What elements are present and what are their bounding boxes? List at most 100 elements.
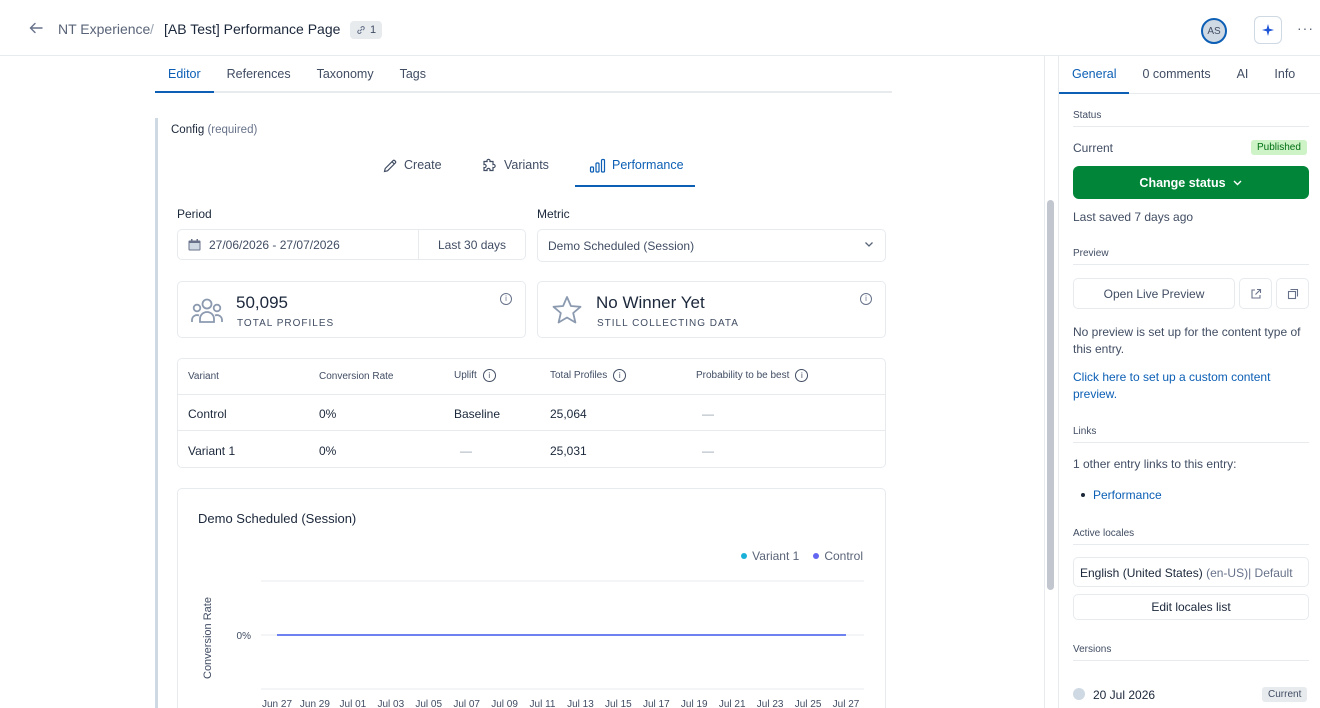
total-profiles-value: 50,095 xyxy=(236,293,288,312)
no-preview-text: No preview is set up for the content typ… xyxy=(1073,325,1301,356)
links-text: 1 other entry links to this entry: xyxy=(1073,457,1237,471)
preview-actions: Open Live Preview xyxy=(1073,278,1309,309)
avatar[interactable]: AS xyxy=(1201,18,1227,44)
version-current-badge: Current xyxy=(1262,687,1308,702)
cell-uplift: — xyxy=(460,444,472,458)
last-saved-text: Last saved 7 days ago xyxy=(1073,210,1194,224)
x-tick-label: Jul 27 xyxy=(833,699,860,708)
subtab-performance-label: Performance xyxy=(612,158,684,172)
header-uplift-label: Uplift xyxy=(454,370,477,381)
x-tick-label: Jul 19 xyxy=(681,699,708,708)
back-arrow-icon[interactable] xyxy=(28,20,44,36)
pencil-icon xyxy=(383,159,397,173)
total-profiles-label: TOTAL PROFILES xyxy=(237,318,335,329)
winner-card: No Winner Yet STILL COLLECTING DATA i xyxy=(537,281,886,338)
linked-entry-link[interactable]: Performance xyxy=(1093,488,1162,502)
editor-scrollbar[interactable] xyxy=(1044,56,1056,708)
ai-sparkle-button[interactable] xyxy=(1254,16,1282,44)
x-tick-label: Jul 13 xyxy=(567,699,594,708)
metric-label: Metric xyxy=(537,207,570,221)
cell-probability: — xyxy=(702,407,714,421)
active-locale: English (United States) (en-US)| Default xyxy=(1073,557,1309,587)
tab-info[interactable]: Info xyxy=(1261,56,1308,94)
tab-ai[interactable]: AI xyxy=(1224,56,1262,94)
x-tick-label: Jul 15 xyxy=(605,699,632,708)
winner-label: STILL COLLECTING DATA xyxy=(597,318,739,329)
tab-editor[interactable]: Editor xyxy=(155,56,214,93)
header-variant: Variant xyxy=(188,371,219,382)
y-tick-label: 0% xyxy=(237,631,252,642)
table-row: Variant 1 0% — 25,031 — xyxy=(178,432,885,468)
x-tick-label: Jul 17 xyxy=(643,699,670,708)
edit-locales-button[interactable]: Edit locales list xyxy=(1073,594,1309,620)
tab-taxonomy[interactable]: Taxonomy xyxy=(304,56,387,93)
chevron-down-icon xyxy=(1233,180,1242,186)
x-tick-label: Jun 27 xyxy=(262,699,292,708)
subtab-create-label: Create xyxy=(404,158,442,172)
info-icon[interactable]: i xyxy=(482,369,496,382)
period-label: Period xyxy=(177,207,212,221)
x-tick-label: Jun 29 xyxy=(300,699,330,708)
x-tick-label: Jul 09 xyxy=(491,699,518,708)
header-conversion-rate: Conversion Rate xyxy=(319,371,394,382)
puzzle-icon xyxy=(483,158,496,172)
info-icon[interactable]: i xyxy=(500,293,512,305)
tab-general[interactable]: General xyxy=(1059,56,1130,94)
top-bar: NT Experience / [AB Test] Performance Pa… xyxy=(0,0,1320,56)
setup-preview-link[interactable]: Click here to set up a custom content pr… xyxy=(1073,369,1309,403)
version-date[interactable]: 20 Jul 2026 xyxy=(1093,688,1155,702)
date-range-picker[interactable]: 27/06/2026 - 27/07/2026 Last 30 days xyxy=(177,229,526,260)
change-status-label: Change status xyxy=(1139,175,1226,190)
x-tick-label: Jul 01 xyxy=(340,699,367,708)
metric-select-value: Demo Scheduled (Session) xyxy=(548,239,695,253)
tab-references[interactable]: References xyxy=(214,56,304,93)
more-options-icon[interactable]: ··· xyxy=(1297,20,1314,36)
calendar-icon xyxy=(188,239,201,251)
x-tick-label: Jul 21 xyxy=(719,699,746,708)
total-profiles-card: 50,095 TOTAL PROFILES i xyxy=(177,281,526,338)
references-badge[interactable]: 1 xyxy=(350,21,383,39)
tab-comments[interactable]: 0 comments xyxy=(1129,56,1223,94)
chart-card: Demo Scheduled (Session) Variant 1 Contr… xyxy=(177,488,886,708)
header-probability-label: Probability to be best xyxy=(696,370,790,381)
winner-value: No Winner Yet xyxy=(596,293,705,312)
config-label: Config (required) xyxy=(171,124,257,136)
tab-tags[interactable]: Tags xyxy=(387,56,439,93)
change-status-button[interactable]: Change status xyxy=(1073,166,1309,199)
x-tick-label: Jul 11 xyxy=(530,699,556,708)
cell-variant: Control xyxy=(188,407,227,421)
editor-tabs: Editor References Taxonomy Tags xyxy=(155,56,892,93)
linked-entry-item: Performance xyxy=(1081,488,1162,502)
breadcrumb-space[interactable]: NT Experience xyxy=(58,21,150,37)
info-icon[interactable]: i xyxy=(613,369,627,382)
info-icon[interactable]: i xyxy=(860,293,872,305)
info-icon[interactable]: i xyxy=(795,369,809,382)
table-row: Control 0% Baseline 25,064 — xyxy=(178,395,885,431)
cell-probability: — xyxy=(702,444,714,458)
copy-icon[interactable] xyxy=(1276,278,1309,309)
metric-select[interactable]: Demo Scheduled (Session) xyxy=(537,229,886,262)
config-field-indicator xyxy=(155,118,158,708)
entry-title: [AB Test] Performance Page xyxy=(164,21,341,37)
external-link-icon[interactable] xyxy=(1239,278,1272,309)
locale-code: (en-US)| Default xyxy=(1206,566,1293,580)
config-required-text: (required) xyxy=(207,124,258,136)
sidebar-tabs: General 0 comments AI Info xyxy=(1059,56,1320,94)
subtab-performance[interactable]: Performance xyxy=(575,158,695,187)
subtab-create[interactable]: Create xyxy=(382,158,442,187)
header-total-profiles: Total Profiles i xyxy=(550,369,627,382)
open-live-preview-button[interactable]: Open Live Preview xyxy=(1073,278,1235,309)
status-badge: Published xyxy=(1251,140,1307,155)
cell-total-profiles: 25,031 xyxy=(550,444,587,458)
cell-variant: Variant 1 xyxy=(188,444,236,458)
range-preset-button[interactable]: Last 30 days xyxy=(438,238,506,252)
version-dot xyxy=(1073,688,1085,700)
bullet xyxy=(1081,493,1085,497)
versions-heading: Versions xyxy=(1073,644,1309,661)
chevron-down-icon xyxy=(863,238,875,253)
subtab-variants[interactable]: Variants xyxy=(481,158,549,187)
scrollbar-thumb[interactable] xyxy=(1047,200,1054,590)
link-icon xyxy=(357,26,365,34)
bar-chart-icon xyxy=(589,158,606,173)
x-tick-label: Jul 03 xyxy=(377,699,404,708)
